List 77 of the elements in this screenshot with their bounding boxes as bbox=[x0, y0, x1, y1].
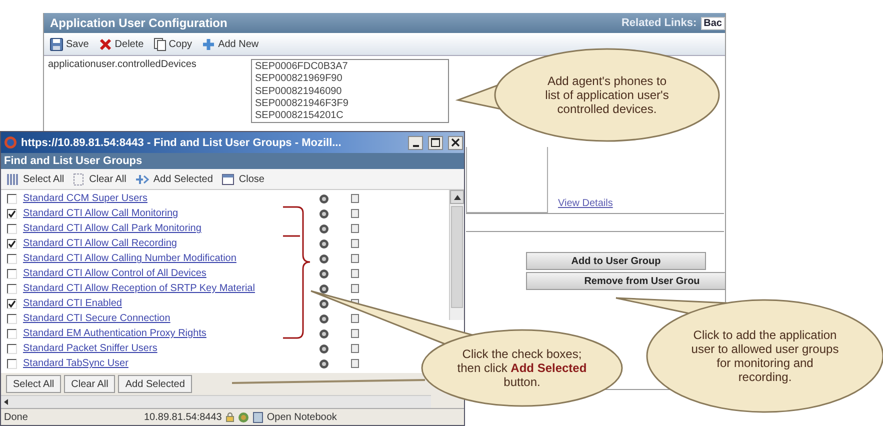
list-item[interactable]: SEP00082154201C bbox=[255, 110, 344, 122]
add-icon bbox=[135, 172, 150, 186]
scrollbar[interactable] bbox=[449, 190, 464, 320]
footer-button[interactable]: Select All bbox=[6, 375, 62, 393]
add-to-group-button[interactable]: Add to User Group bbox=[526, 252, 706, 270]
delete-icon bbox=[98, 38, 112, 50]
toolbar-button[interactable]: Clear All bbox=[73, 172, 126, 186]
footer-button[interactable]: Clear All bbox=[64, 375, 116, 393]
footer-button[interactable]: Add Selected bbox=[118, 375, 192, 393]
notebook-icon bbox=[252, 412, 263, 422]
group-link[interactable]: Standard CTI Allow Call Park Monitoring bbox=[23, 223, 202, 234]
group-link[interactable]: Standard CTI Allow Calling Number Modification bbox=[23, 253, 236, 264]
group-link[interactable]: Standard CTI Enabled bbox=[23, 298, 122, 309]
checkbox[interactable] bbox=[7, 194, 17, 204]
callout-text: Click the check boxes; then click Add Selected button. bbox=[456, 347, 588, 389]
horizontal-scrollbar[interactable] bbox=[1, 395, 431, 408]
related-links-label: Related Links: bbox=[621, 17, 697, 29]
toolbar-button[interactable]: Add New bbox=[202, 38, 259, 50]
group-link[interactable]: Standard EM Authentication Proxy Rights bbox=[23, 328, 206, 339]
save-icon bbox=[50, 38, 63, 50]
maximize-button[interactable] bbox=[428, 136, 443, 150]
browser-icon bbox=[4, 136, 17, 149]
copy-icon bbox=[154, 38, 166, 50]
checkbox[interactable] bbox=[7, 284, 17, 294]
list-item[interactable]: SEP000821946090 bbox=[255, 86, 342, 98]
minimize-icon bbox=[412, 144, 418, 146]
list-item[interactable]: SEP0006FDC0B3A7 bbox=[255, 61, 348, 74]
maximize-icon bbox=[431, 138, 440, 147]
list-item[interactable]: SEP000821969F90 bbox=[255, 73, 342, 86]
status-text: Done bbox=[4, 412, 29, 422]
minimize-button[interactable] bbox=[408, 136, 423, 150]
callout-text: Click to add the application user to allowed user groups for monitoring and recording. bbox=[690, 328, 840, 384]
checkbox[interactable] bbox=[7, 238, 17, 248]
group-link[interactable]: Standard TabSync User bbox=[23, 358, 128, 369]
checkbox[interactable] bbox=[7, 208, 17, 218]
related-links-select[interactable]: Bac bbox=[700, 16, 725, 30]
status-address: 10.89.81.54:8443 bbox=[144, 412, 222, 422]
notebook-link[interactable]: Open Notebook bbox=[252, 412, 337, 422]
view-details-link[interactable]: View Details bbox=[558, 198, 613, 209]
lock-icon bbox=[226, 412, 234, 422]
window-title: https://10.89.81.54:8443 - Find and List User Groups - Mozill... bbox=[21, 136, 342, 148]
add-icon bbox=[202, 38, 216, 50]
group-link[interactable]: Standard CTI Allow Call Monitoring bbox=[23, 208, 178, 219]
callout-text: Add agent's phones to list of application user's controlled devices. bbox=[544, 74, 670, 116]
checkbox[interactable] bbox=[7, 314, 17, 324]
close-icon bbox=[451, 138, 460, 147]
grid-icon bbox=[7, 172, 19, 186]
checkbox[interactable] bbox=[7, 298, 17, 308]
field-label: applicationuser.controlledDevices bbox=[48, 59, 198, 72]
window-icon bbox=[222, 172, 235, 186]
toolbar-button[interactable]: Delete bbox=[98, 38, 144, 50]
remove-from-group-button[interactable]: Remove from User Grou bbox=[526, 272, 725, 290]
group-link[interactable]: Standard Packet Sniffer Users bbox=[23, 343, 158, 354]
close-button[interactable] bbox=[448, 136, 463, 150]
group-link[interactable]: Standard CTI Allow Call Recording bbox=[23, 238, 177, 249]
toolbar-button[interactable]: Copy bbox=[154, 38, 192, 50]
group-link[interactable]: Standard CTI Allow Control of All Devices bbox=[23, 268, 206, 279]
toolbar-button[interactable]: Add Selected bbox=[135, 172, 213, 186]
checkbox[interactable] bbox=[7, 224, 17, 234]
toolbar-button[interactable]: Select All bbox=[7, 172, 64, 186]
group-link[interactable]: Standard CTI Allow Reception of SRTP Key Material bbox=[23, 283, 255, 294]
device-list[interactable]: SEP0006FDC0B3A7 SEP000821969F90 SEP000821946090 SEP000821946F3F9 SEP00082154201C bbox=[251, 59, 449, 123]
scroll-up-icon[interactable] bbox=[454, 194, 460, 200]
toolbar-button[interactable]: Close bbox=[222, 172, 264, 186]
section-heading: Find and List User Groups bbox=[1, 153, 464, 169]
checkbox[interactable] bbox=[7, 268, 17, 278]
checkbox[interactable] bbox=[7, 254, 17, 264]
checkbox[interactable] bbox=[7, 358, 17, 368]
toolbar-button[interactable]: Save bbox=[50, 38, 89, 50]
globe-icon bbox=[238, 412, 249, 422]
checkbox[interactable] bbox=[7, 344, 17, 354]
list-item[interactable]: SEP000821946F3F9 bbox=[255, 98, 348, 110]
group-link[interactable]: Standard CTI Secure Connection bbox=[23, 313, 170, 324]
window-title: Application User Configuration bbox=[50, 16, 228, 30]
grid-icon bbox=[73, 172, 86, 186]
checkbox[interactable] bbox=[7, 328, 17, 338]
group-link[interactable]: Standard CCM Super Users bbox=[23, 193, 148, 204]
